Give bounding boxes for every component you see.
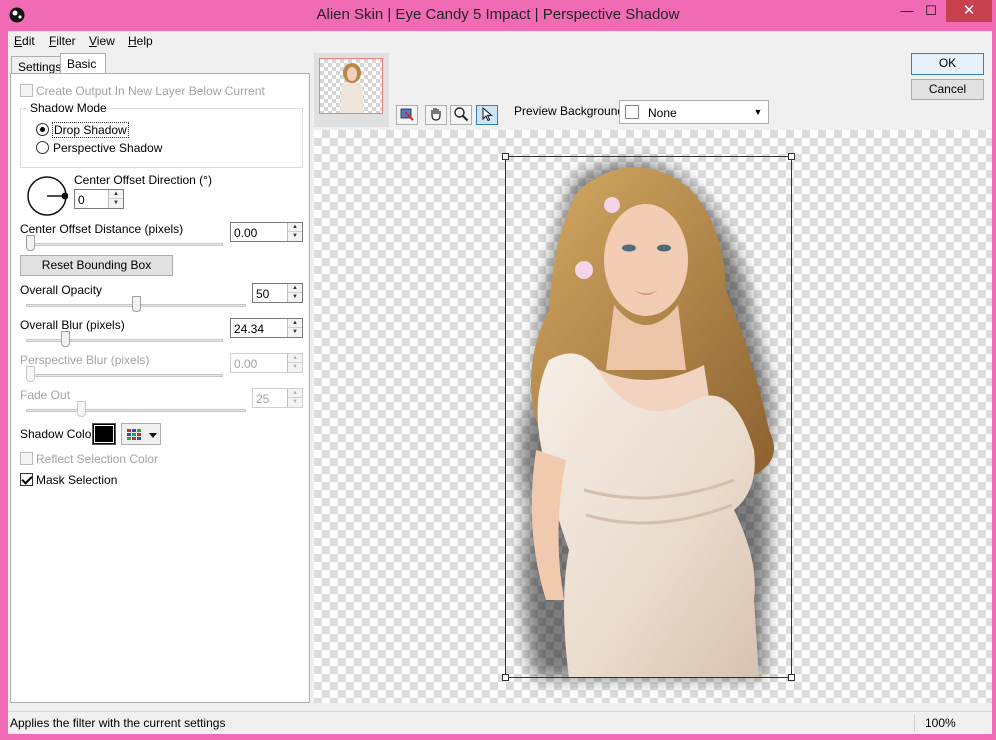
center-offset-distance-slider[interactable] (25, 234, 223, 254)
navigate-tool-button[interactable] (396, 105, 418, 125)
direction-spinner[interactable]: ▲ ▼ (108, 190, 123, 208)
spin-up-icon: ▲ (288, 284, 302, 293)
shadow-mode-title: Shadow Mode (27, 101, 110, 115)
fade-out-input[interactable]: 25 ▲ ▼ (252, 388, 303, 408)
drop-shadow-radio[interactable] (36, 123, 49, 136)
close-button[interactable]: ✕ (946, 0, 992, 22)
perspective-shadow-radio[interactable] (36, 141, 49, 154)
create-output-checkbox[interactable] (20, 84, 33, 97)
shadow-color-label: Shadow Color (20, 427, 96, 441)
reset-bounding-box-button[interactable]: Reset Bounding Box (20, 255, 173, 276)
window-title: Alien Skin | Eye Candy 5 Impact | Perspe… (316, 6, 680, 23)
bbox-handle-bottom-left[interactable] (502, 674, 509, 681)
overall-blur-slider[interactable] (26, 330, 223, 350)
chevron-down-icon: ▼ (753, 107, 763, 117)
bbox-handle-bottom-right[interactable] (788, 674, 795, 681)
drop-shadow-label[interactable]: Drop Shadow (52, 122, 129, 138)
slider-thumb[interactable] (77, 401, 86, 417)
maximize-button[interactable]: ☐ (916, 0, 946, 22)
overall-opacity-input[interactable]: 50 ▲ ▼ (252, 283, 303, 303)
slider-thumb[interactable] (61, 331, 71, 347)
create-output-label: Create Output In New Layer Below Current (36, 84, 265, 98)
mask-selection-label: Mask Selection (36, 473, 118, 487)
title-bar[interactable]: Alien Skin | Eye Candy 5 Impact | Perspe… (0, 0, 996, 30)
status-divider (914, 715, 915, 732)
shadow-mode-group (20, 108, 303, 168)
perspective-blur-input[interactable]: 0.00 ▲ ▼ (230, 353, 303, 373)
menu-help[interactable]: Help (128, 34, 153, 48)
menu-edit[interactable]: Edit (14, 34, 35, 48)
dialog-client: Edit Filter View Help Settings Basic Cre… (8, 31, 992, 734)
spin-down-icon: ▼ (292, 294, 298, 300)
perspective-blur-spinner[interactable]: ▲ ▼ (287, 354, 302, 372)
spin-down-icon: ▼ (292, 399, 298, 405)
direction-dial[interactable] (26, 175, 68, 217)
center-offset-direction-input[interactable]: 0 ▲ ▼ (74, 189, 124, 209)
overall-opacity-slider[interactable] (26, 295, 246, 315)
navigate-icon (400, 108, 414, 121)
fade-out-spinner[interactable]: ▲ ▼ (287, 389, 302, 407)
preview-background-label: Preview Background: (514, 104, 628, 118)
menu-view[interactable]: View (89, 34, 115, 48)
pointer-tool-button[interactable] (476, 105, 498, 125)
fade-out-slider[interactable] (26, 400, 246, 420)
perspective-blur-slider[interactable] (25, 365, 223, 385)
color-palette-button[interactable] (121, 423, 161, 445)
spin-down-icon: ▼ (292, 364, 298, 370)
application-window: Alien Skin | Eye Candy 5 Impact | Perspe… (0, 0, 996, 740)
reflect-selection-color-checkbox[interactable] (20, 452, 33, 465)
bbox-handle-top-left[interactable] (502, 153, 509, 160)
perspective-shadow-label[interactable]: Perspective Shadow (53, 141, 162, 155)
center-offset-direction-label: Center Offset Direction (°) (74, 173, 212, 187)
preview-background-select[interactable]: None ▼ (619, 100, 769, 124)
overall-blur-input[interactable]: 24.34 ▲ ▼ (230, 318, 303, 338)
basic-panel: Create Output In New Layer Below Current… (10, 73, 310, 703)
distance-spinner[interactable]: ▲ ▼ (287, 223, 302, 241)
zoom-tool-button[interactable] (450, 105, 472, 125)
pointer-icon (482, 106, 493, 122)
spin-down-icon: ▼ (292, 233, 298, 239)
status-bar: Applies the filter with the current sett… (8, 711, 992, 734)
menu-bar: Edit Filter View Help (8, 31, 992, 51)
slider-thumb[interactable] (132, 296, 141, 312)
bbox-handle-top-right[interactable] (788, 153, 795, 160)
slider-thumb[interactable] (25, 366, 35, 382)
reflect-selection-color-label: Reflect Selection Color (36, 452, 159, 466)
shadow-color-swatch[interactable] (92, 423, 116, 445)
preview-canvas[interactable] (314, 130, 992, 703)
slider-thumb[interactable] (25, 235, 35, 251)
chevron-down-icon (149, 433, 157, 438)
opacity-spinner[interactable]: ▲ ▼ (287, 284, 302, 302)
hand-tool-button[interactable] (425, 105, 447, 125)
spin-up-icon: ▲ (288, 354, 302, 363)
bounding-box[interactable] (502, 153, 795, 681)
spin-down-icon: ▼ (292, 329, 298, 335)
portrait-thumbnail-icon (340, 63, 364, 113)
hand-icon (431, 108, 441, 121)
blur-spinner[interactable]: ▲ ▼ (287, 319, 302, 337)
zoom-icon (454, 107, 469, 122)
status-message: Applies the filter with the current sett… (10, 716, 226, 730)
ok-button[interactable]: OK (911, 53, 984, 75)
spin-up-icon: ▲ (109, 190, 123, 199)
mask-selection-checkbox[interactable] (20, 473, 33, 486)
navigator-thumbnail[interactable] (314, 53, 389, 127)
spin-up-icon: ▲ (288, 223, 302, 232)
spin-down-icon: ▼ (113, 200, 119, 206)
navigator-viewport[interactable] (319, 58, 383, 114)
spin-up-icon: ▲ (288, 389, 302, 398)
zoom-level: 100% (925, 716, 956, 730)
center-offset-distance-input[interactable]: 0.00 ▲ ▼ (230, 222, 303, 242)
spin-up-icon: ▲ (288, 319, 302, 328)
palette-icon (127, 429, 157, 440)
transparent-swatch-icon (625, 105, 639, 119)
cancel-button[interactable]: Cancel (911, 79, 984, 100)
menu-filter[interactable]: Filter (49, 34, 76, 48)
